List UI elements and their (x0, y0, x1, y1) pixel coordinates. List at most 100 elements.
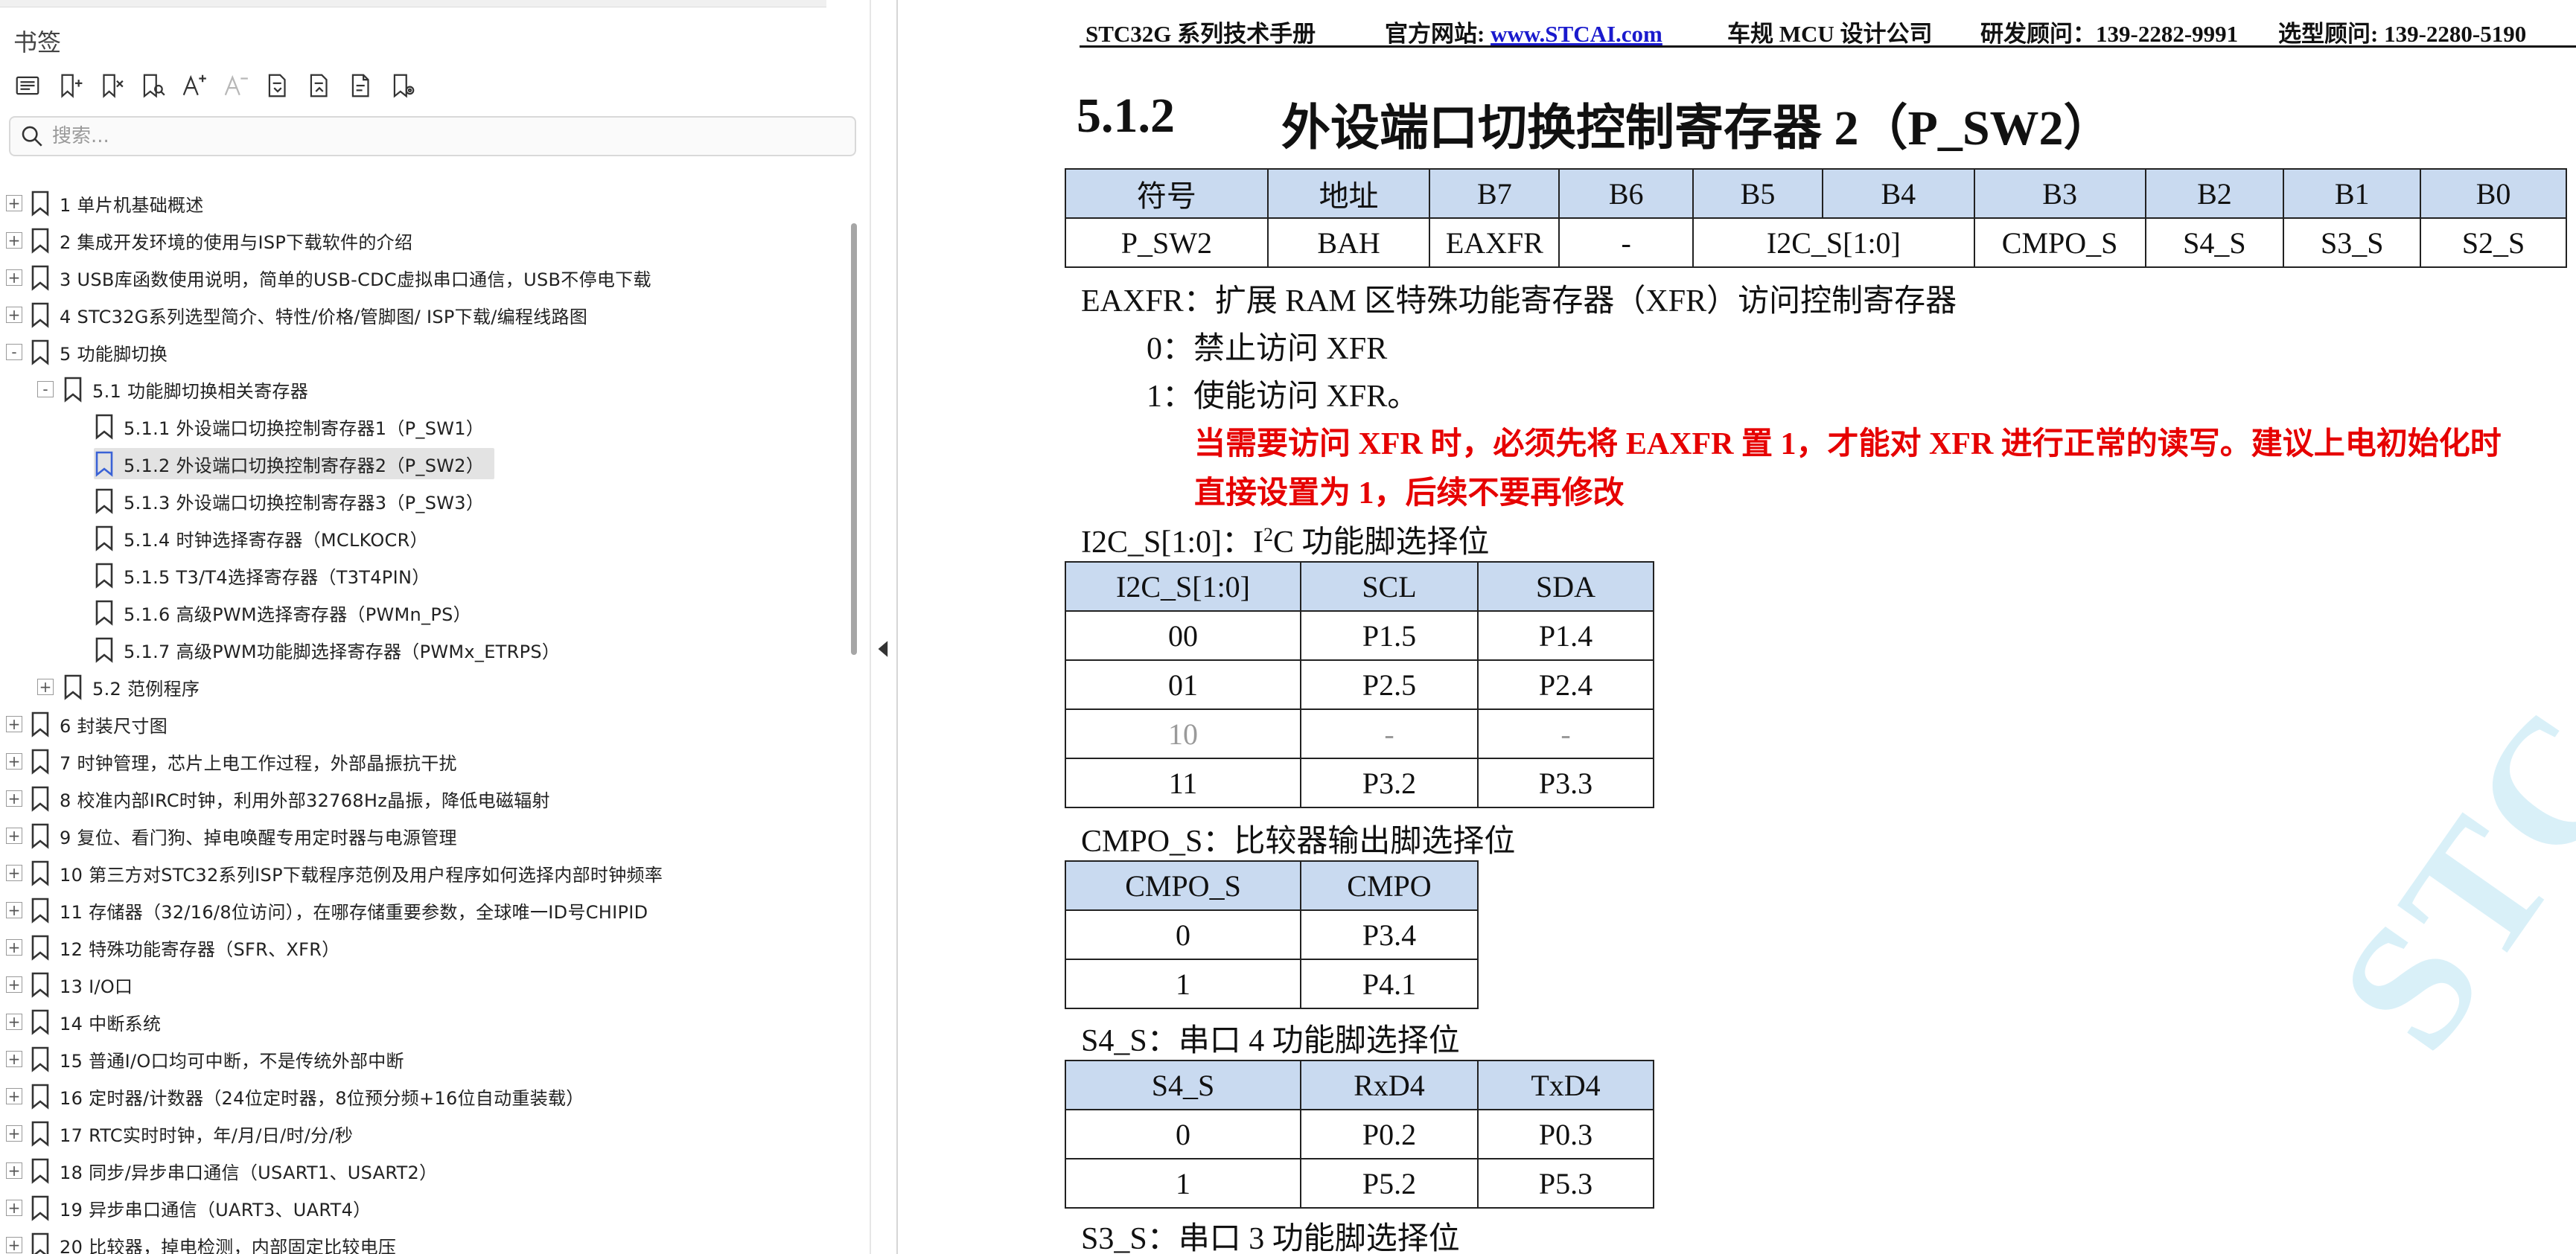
collapse-toggle-icon[interactable]: - (6, 344, 22, 360)
header-cell: S4_S (1065, 1060, 1301, 1110)
bookmark-item[interactable]: - 5 功能脚切换 (0, 335, 841, 369)
bookmark-icon (31, 711, 49, 738)
table-cell: S2_S (2420, 217, 2567, 268)
expand-toggle-icon[interactable]: + (6, 1088, 22, 1104)
bookmark-item[interactable]: +5.2 范例程序 (0, 670, 841, 704)
expand-toggle-icon[interactable]: + (6, 307, 22, 323)
bookmark-item[interactable]: +9 复位、看门狗、掉电唤醒专用定时器与电源管理 (0, 819, 841, 853)
bookmark-icon (31, 1232, 49, 1254)
bookmark-item[interactable]: +1 单片机基础概述 (0, 186, 841, 220)
bookmark-label: 5.1.7 高级PWM功能脚选择寄存器（PWMx_ETRPS） (124, 641, 561, 662)
bookmark-label: 5.1.2 外设端口切换控制寄存器2（P_SW2） (124, 455, 485, 476)
bookmark-item[interactable]: +3 USB库函数使用说明，简单的USB-CDC虚拟串口通信，USB不停电下载 (0, 260, 841, 295)
bookmark-label: 16 定时器/计数器（24位定时器，8位预分频+16位自动重装载） (60, 1087, 584, 1109)
bookmark-item[interactable]: +10 第三方对STC32系列ISP下载程序范例及用户程序如何选择内部时钟频率 (0, 856, 841, 890)
bookmark-item[interactable]: +6 封装尺寸图 (0, 707, 841, 741)
bookmark-item-content: 5.1.6 高级PWM选择寄存器（PWMn_PS） (94, 597, 482, 628)
bookmark-item[interactable]: +4 STC32G系列选型简介、特性/价格/管脚图/ ISP下载/编程线路图 (0, 298, 841, 332)
bookmark-item[interactable]: 5.1.7 高级PWM功能脚选择寄存器（PWMx_ETRPS） (0, 633, 841, 667)
bookmark-label: 3 USB库函数使用说明，简单的USB-CDC虚拟串口通信，USB不停电下载 (60, 269, 651, 290)
panel-title: 书签 (13, 28, 62, 57)
bookmark-item[interactable]: +7 时钟管理，芯片上电工作过程，外部晶振抗干扰 (0, 744, 841, 778)
expand-toggle-icon[interactable]: + (6, 232, 22, 249)
register-table: 符号 地址 B7 B6 B5 B4 B3 B2 B1 B0 P_SW2 BAH … (1065, 168, 2567, 268)
bookmark-item[interactable]: +8 校准内部IRC时钟，利用外部32768Hz晶振，降低电磁辐射 (0, 781, 841, 816)
expand-toggle-icon[interactable]: + (6, 1237, 22, 1253)
bookmark-item[interactable]: +16 定时器/计数器（24位定时器，8位预分频+16位自动重装载） (0, 1079, 841, 1113)
expand-toggle-icon[interactable]: + (6, 716, 22, 732)
bookmark-icon (31, 972, 49, 998)
eaxfr-option-0: 0：禁止访问 XFR (1147, 332, 1388, 366)
bookmark-item[interactable]: +11 存储器（32/16/8位访问），在哪存储重要参数，全球唯一ID号CHIP… (0, 893, 841, 927)
bookmark-item[interactable]: +13 I/O口 (0, 967, 841, 1002)
expand-toggle-icon[interactable]: + (6, 195, 22, 211)
table-cell: P_SW2 (1065, 217, 1269, 268)
delete-bookmark-icon[interactable] (94, 68, 128, 103)
bookmark-item[interactable]: +2 集成开发环境的使用与ISP下载软件的介绍 (0, 223, 841, 257)
bookmarks-panel: 书签 搜索... + 1 单片机基础概述 + 2 集成开发环境的使用与ISP下载… (0, 0, 871, 1254)
bookmark-item[interactable]: +18 同步/异步串口通信（USART1、USART2） (0, 1154, 841, 1188)
bookmark-item-content: 4 STC32G系列选型简介、特性/价格/管脚图/ ISP下载/编程线路图 (30, 299, 598, 330)
increase-font-icon[interactable] (177, 68, 211, 103)
collapse-all-icon[interactable] (302, 68, 337, 103)
bookmark-label: 17 RTC实时时钟，年/月/日/时/分/秒 (60, 1125, 354, 1146)
eaxfr-description: EAXFR：扩展 RAM 区特殊功能寄存器（XFR）访问控制寄存器 (1081, 284, 1957, 319)
cmpo-select-table: CMPO_S CMPO 0 P3.4 1 P4.1 (1065, 860, 1479, 1009)
bookmark-item[interactable]: 5.1.4 时钟选择寄存器（MCLKOCR） (0, 521, 841, 555)
expand-toggle-icon[interactable]: + (6, 902, 22, 918)
expand-toggle-icon[interactable]: + (6, 939, 22, 956)
search-box[interactable] (9, 116, 856, 156)
expand-toggle-icon[interactable]: + (6, 976, 22, 993)
bookmark-label: 5.2 范例程序 (92, 678, 200, 700)
site-link[interactable]: www.STCAI.com (1491, 21, 1662, 47)
search-input[interactable] (52, 125, 834, 147)
bookmark-properties-icon[interactable] (344, 68, 378, 103)
bookmark-item[interactable]: +12 特殊功能寄存器（SFR、XFR） (0, 930, 841, 965)
expand-toggle-icon[interactable]: + (37, 679, 54, 695)
bookmark-item[interactable]: +17 RTC实时时钟，年/月/日/时/分/秒 (0, 1116, 841, 1151)
document-page: STC32G 系列技术手册 官方网站: www.STCAI.com 车规 MCU… (898, 0, 2576, 1254)
bookmark-item[interactable]: +14 中断系统 (0, 1005, 841, 1039)
expand-toggle-icon[interactable]: + (6, 1200, 22, 1216)
bookmark-item[interactable]: 5.1.3 外设端口切换控制寄存器3（P_SW3） (0, 484, 841, 518)
expand-all-icon[interactable] (261, 68, 295, 103)
table-cell: P0.2 (1300, 1109, 1479, 1159)
expand-toggle-icon[interactable]: + (6, 1125, 22, 1142)
bookmark-label: 5 功能脚切换 (60, 343, 168, 365)
expand-toggle-icon[interactable]: + (6, 1051, 22, 1067)
add-bookmark-icon[interactable] (52, 68, 86, 103)
expand-toggle-icon[interactable]: + (6, 1014, 22, 1030)
bookmark-item[interactable]: 5.1.6 高级PWM选择寄存器（PWMn_PS） (0, 595, 841, 630)
s4-description: S4_S：串口 4 功能脚选择位 (1081, 1024, 1460, 1058)
s3-description: S3_S：串口 3 功能脚选择位 (1081, 1222, 1460, 1254)
sales-contact: 选型顾问: 139-2280-5190 (2278, 21, 2527, 47)
expand-toggle-icon[interactable]: + (6, 753, 22, 770)
bookmark-icon (31, 935, 49, 961)
bookmark-icon (95, 600, 113, 626)
expand-toggle-icon[interactable]: + (6, 1162, 22, 1179)
bookmark-tree: +1 单片机基础概述 +2 集成开发环境的使用与ISP下载软件的介绍 +3 USB库… (0, 186, 841, 1254)
scrollbar-thumb[interactable] (851, 223, 857, 655)
bookmark-item-content: 1 单片机基础概述 (30, 188, 214, 219)
header-cell: RxD4 (1300, 1060, 1479, 1110)
expand-toggle-icon[interactable]: + (6, 828, 22, 844)
bookmark-settings-icon[interactable] (386, 68, 420, 103)
sidebar-scrollbar[interactable] (849, 192, 859, 1254)
bookmark-item[interactable]: +15 普通I/O口均可中断，不是传统外部中断 (0, 1042, 841, 1076)
expand-toggle-icon[interactable]: + (6, 790, 22, 807)
table-cell: I2C_S[1:0] (1692, 217, 1975, 268)
collapse-toggle-icon[interactable]: - (37, 381, 54, 397)
bookmark-item[interactable]: 5.1.1 外设端口切换控制寄存器1（P_SW1） (0, 409, 841, 444)
expand-toggle-icon[interactable]: + (6, 269, 22, 286)
bookmark-item[interactable]: +20 比较器，掉电检测，内部固定比较电压 (0, 1228, 841, 1254)
bookmark-outline-icon[interactable] (10, 68, 45, 103)
expand-toggle-icon[interactable]: + (6, 865, 22, 881)
find-bookmark-icon[interactable] (136, 68, 170, 103)
bookmark-icon (31, 1158, 49, 1184)
bookmark-item[interactable]: - 5.1 功能脚切换相关寄存器 (0, 372, 841, 406)
decrease-font-icon[interactable] (219, 68, 253, 103)
bookmark-item[interactable]: 5.1.5 T3/T4选择寄存器（T3T4PIN） (0, 558, 841, 592)
bookmark-item[interactable]: 5.1.2 外设端口切换控制寄存器2（P_SW2） (0, 447, 841, 481)
bookmark-item[interactable]: +19 异步串口通信（UART3、UART4） (0, 1191, 841, 1225)
collapse-panel-icon[interactable] (873, 636, 892, 662)
